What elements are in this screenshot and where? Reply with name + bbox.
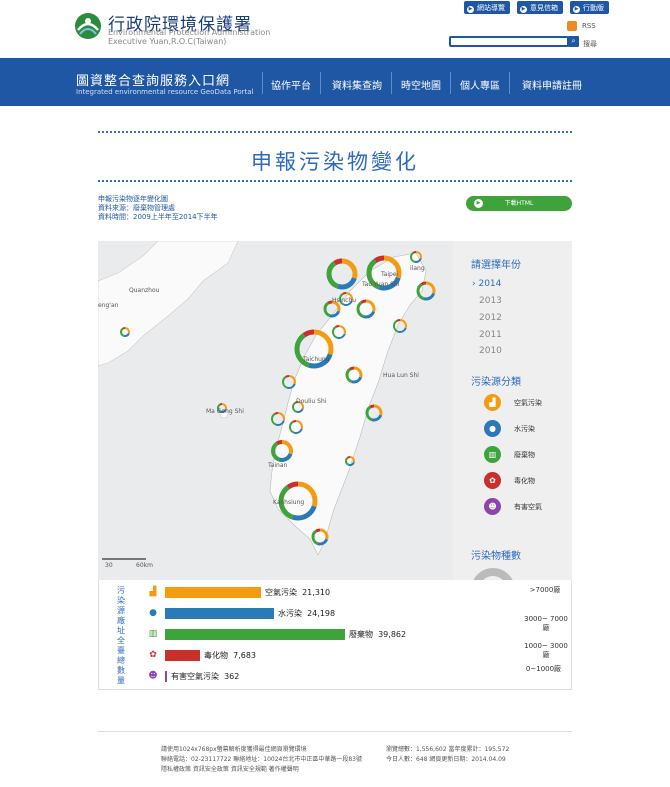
dotted-divider: [98, 131, 572, 133]
bar-label-hazardous-air: 有害空氣污染 362: [171, 672, 240, 681]
category-waste[interactable]: 廢棄物: [514, 450, 535, 460]
size-legend-graphic: [473, 568, 513, 580]
nav-item-personal-area[interactable]: 個人專區: [460, 77, 500, 92]
city-label: ilang: [410, 265, 425, 272]
nav-divider: [391, 72, 392, 94]
stats-vertical-title: 污染源廠址全臺總數量: [117, 586, 125, 685]
city-label: Douliu Shi: [296, 398, 327, 405]
data-period: 資料時間：2009上半年至2014下半年: [98, 213, 218, 221]
city-label: Kaohsiung: [273, 499, 305, 506]
site-header: 行政院環境保護署 Environmental Protection Admini…: [0, 0, 670, 58]
footer-resolution-note: 請使用1024x768px螢幕解析度獲得最佳網頁瀏覽環境: [161, 746, 307, 753]
year-option-2010[interactable]: 2010: [479, 346, 502, 356]
footer-visit-count: 瀏覽總數：1,556,602 當年度累計：195,572: [386, 746, 510, 753]
count-heading: 污染物種數: [471, 551, 521, 562]
city-label: Hua Lun Shi: [383, 372, 419, 379]
bar-toxic[interactable]: [165, 650, 200, 661]
arrow-right-icon: ▶: [474, 199, 483, 208]
city-label: Tao Yuan Shi: [362, 281, 400, 288]
footer-policy-links[interactable]: 隱私權政策 資訊安全政策 資訊安全規範 著作權聲明: [161, 764, 299, 773]
search-button-label[interactable]: 搜尋: [583, 39, 597, 49]
gas-mask-icon: ☻: [148, 671, 158, 681]
factory-icon[interactable]: ▟: [484, 394, 501, 411]
category-toxic[interactable]: 毒化物: [514, 476, 535, 486]
sitemap-link[interactable]: ▶ 網站導覽: [464, 1, 510, 14]
scale-label: 30: [105, 562, 113, 569]
arrow-right-icon: ▶: [520, 6, 527, 13]
footer-contact: 聯絡電話：02-23117722 聯絡地址：10024台北市中正區中華路一段83…: [161, 756, 362, 763]
city-label: Hsinchu: [332, 297, 357, 304]
size-legend-label: 3000~ 7000廠: [524, 615, 568, 632]
year-option-2011[interactable]: 2011: [479, 330, 502, 340]
water-drop-icon[interactable]: ●: [484, 420, 501, 437]
map-panel[interactable]: Quanzhou Taipei Tao Yuan Shi Hsinchu Tai…: [98, 241, 453, 580]
year-option-2013[interactable]: 2013: [479, 296, 502, 306]
year-heading: 請選擇年份: [471, 260, 521, 271]
arrow-right-icon: ▶: [573, 6, 580, 13]
nav-item-collaboration[interactable]: 協作平台: [271, 77, 311, 92]
mobile-version-link[interactable]: ▶ 行動版: [570, 1, 609, 14]
footer-divider: [98, 731, 572, 732]
nav-divider: [262, 72, 263, 94]
agency-name-en: Environmental Protection Administration: [108, 28, 271, 37]
epa-logo[interactable]: [74, 12, 102, 40]
bar-hazardous-air[interactable]: [165, 671, 167, 682]
scale-label: 60km: [136, 562, 153, 569]
nav-item-dataset-search[interactable]: 資料集查詢: [332, 77, 382, 92]
main-nav: 圖資整合查詢服務入口網 Integrated environmental res…: [0, 58, 670, 106]
page-title: 申報污染物變化: [251, 150, 419, 174]
rss-link[interactable]: RSS: [582, 22, 596, 30]
bar-label-water: 水污染 24,198: [278, 609, 336, 618]
nav-divider: [450, 72, 451, 94]
nav-item-spatiotemporal-map[interactable]: 時空地圖: [401, 77, 441, 92]
feedback-link[interactable]: ▶ 意見信箱: [517, 1, 563, 14]
agency-name-en-line2: Executive Yuan,R.O.C(Taiwan): [108, 37, 227, 46]
bar-label-air: 空氣污染 21,310: [265, 588, 331, 597]
year-option-2012[interactable]: 2012: [479, 313, 502, 323]
city-label: Quanzhou: [129, 287, 160, 294]
bar-water[interactable]: [165, 608, 274, 619]
toxic-icon: ✿: [149, 650, 157, 660]
size-legend-label: >7000廠: [529, 586, 561, 594]
stats-panel: 污染源廠址全臺總數量 ▟ 空氣污染 21,310 ● 水污染 24,198 ▥ …: [98, 580, 572, 690]
search-icon[interactable]: ⌕: [568, 36, 579, 47]
nav-divider: [509, 72, 510, 94]
mainland-coast: [98, 241, 239, 367]
gas-mask-icon[interactable]: ☻: [484, 498, 501, 515]
trash-bin-icon[interactable]: ▥: [484, 446, 501, 463]
trash-bin-icon: ▥: [148, 629, 158, 639]
city-label: Tainan: [268, 462, 288, 469]
size-legend-label: 1000~ 3000廠: [524, 642, 568, 659]
toxic-icon[interactable]: ✿: [484, 472, 501, 489]
water-drop-icon: ●: [149, 608, 157, 618]
filter-panel: 請選擇年份 › 2014 2013 2012 2011 2010 污染源分類 ▟…: [453, 241, 572, 580]
size-legend-label: 0~1000廠: [525, 665, 562, 673]
download-html-button[interactable]: ▶ 下載HTML: [466, 196, 572, 211]
factory-icon: ▟: [149, 587, 157, 597]
city-label: eng'an: [98, 302, 119, 309]
bar-air[interactable]: [165, 587, 261, 598]
portal-subtitle: Integrated environmental resource GeoDat…: [76, 88, 254, 96]
arrow-right-icon: ▶: [467, 6, 474, 13]
bar-waste[interactable]: [165, 629, 345, 640]
city-label: Ma Gong Shi: [206, 408, 244, 415]
city-label: Taichung: [303, 356, 330, 363]
search-input[interactable]: [449, 36, 569, 47]
year-option-2014[interactable]: › 2014: [472, 279, 501, 289]
footer-today-count: 今日人數：648 網頁更新日期：2014.04.09: [386, 756, 506, 763]
category-heading: 污染源分類: [471, 377, 521, 388]
nav-item-data-application[interactable]: 資料申請註冊: [522, 77, 582, 92]
category-water[interactable]: 水污染: [514, 424, 535, 434]
bar-label-waste: 廢棄物 39,862: [349, 630, 407, 639]
nav-divider: [320, 72, 321, 94]
rss-icon[interactable]: [567, 21, 577, 31]
city-label: Taipei: [381, 271, 399, 278]
dotted-divider: [98, 180, 572, 182]
portal-title[interactable]: 圖資整合查詢服務入口網: [76, 70, 230, 89]
category-hazardous-air[interactable]: 有害空氣: [514, 502, 542, 512]
category-air[interactable]: 空氣污染: [514, 398, 542, 408]
bar-label-toxic: 毒化物 7,683: [204, 651, 256, 660]
